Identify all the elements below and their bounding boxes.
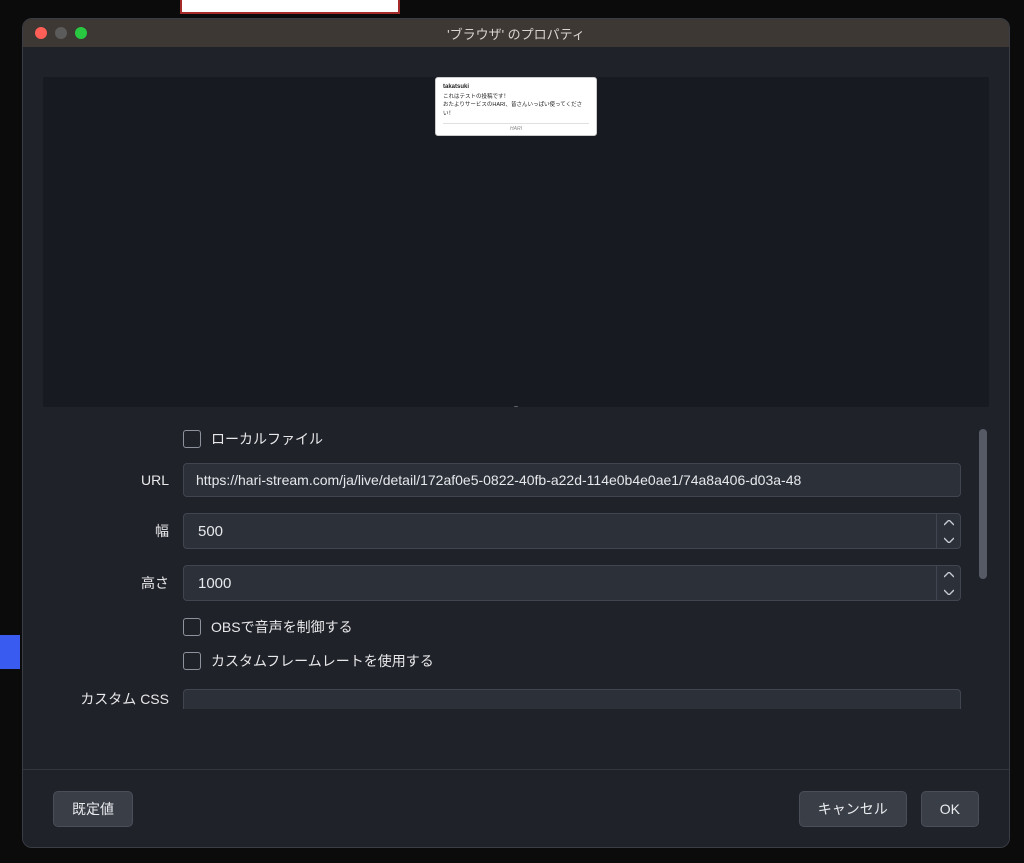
- width-row: 幅: [43, 513, 961, 549]
- obs-audio-row: OBSで音声を制御する: [183, 617, 961, 637]
- height-row: 高さ: [43, 565, 961, 601]
- width-steppers: [936, 514, 960, 548]
- cancel-button[interactable]: キャンセル: [799, 791, 907, 827]
- background-selection-highlight: [0, 635, 20, 669]
- local-file-row: ローカルファイル: [183, 429, 961, 449]
- width-step-down[interactable]: [937, 531, 960, 548]
- window-controls: [23, 27, 87, 39]
- height-steppers: [936, 566, 960, 600]
- chevron-up-icon: [944, 520, 954, 526]
- height-label: 高さ: [43, 573, 183, 593]
- preview-line-2: おたよりサービスのHARI、皆さんいっぱい使ってください！: [443, 101, 589, 118]
- obs-audio-label: OBSで音声を制御する: [211, 617, 353, 637]
- chevron-up-icon: [944, 572, 954, 578]
- width-spinbox: [183, 513, 961, 549]
- titlebar: 'ブラウザ' のプロパティ: [23, 19, 1009, 47]
- ok-button[interactable]: OK: [921, 791, 979, 827]
- custom-fps-row: カスタムフレームレートを使用する: [183, 651, 961, 671]
- form-scrollbar[interactable]: [979, 429, 987, 739]
- form-scrollbar-thumb[interactable]: [979, 429, 987, 579]
- preview-message-card: takatsuki これはテストの投稿です！ おたよりサービスのHARI、皆さん…: [435, 77, 597, 136]
- preview-username: takatsuki: [443, 84, 589, 90]
- chevron-down-icon: [944, 589, 954, 595]
- custom-css-row: カスタム CSS: [43, 689, 961, 709]
- close-window-button[interactable]: [35, 27, 47, 39]
- defaults-button[interactable]: 既定値: [53, 791, 133, 827]
- properties-dialog: 'ブラウザ' のプロパティ takatsuki これはテストの投稿です！ おたよ…: [22, 18, 1010, 848]
- local-file-checkbox[interactable]: [183, 430, 201, 448]
- height-input[interactable]: [184, 566, 936, 600]
- width-label: 幅: [43, 521, 183, 541]
- custom-fps-checkbox[interactable]: [183, 652, 201, 670]
- obs-audio-checkbox[interactable]: [183, 618, 201, 636]
- window-title: 'ブラウザ' のプロパティ: [23, 24, 1009, 43]
- height-step-up[interactable]: [937, 566, 960, 583]
- chevron-down-icon: [944, 537, 954, 543]
- height-step-down[interactable]: [937, 583, 960, 600]
- preview-line-1: これはテストの投稿です！: [443, 93, 589, 101]
- url-label: URL: [43, 472, 183, 488]
- maximize-window-button[interactable]: [75, 27, 87, 39]
- height-spinbox: [183, 565, 961, 601]
- width-input[interactable]: [184, 514, 936, 548]
- url-input[interactable]: [183, 463, 961, 497]
- background-source-outline: [180, 0, 400, 14]
- preview-resize-handle[interactable]: [513, 406, 520, 407]
- url-row: URL: [43, 463, 961, 497]
- custom-fps-label: カスタムフレームレートを使用する: [211, 651, 434, 671]
- custom-css-input-cutoff[interactable]: [183, 689, 961, 709]
- local-file-label: ローカルファイル: [211, 429, 323, 449]
- source-preview: takatsuki これはテストの投稿です！ おたよりサービスのHARI、皆さん…: [43, 77, 989, 407]
- custom-css-label: カスタム CSS: [43, 689, 183, 709]
- properties-form: ローカルファイル URL 幅: [43, 429, 989, 749]
- width-step-up[interactable]: [937, 514, 960, 531]
- preview-footer: HARI: [443, 123, 589, 133]
- dialog-body: takatsuki これはテストの投稿です！ おたよりサービスのHARI、皆さん…: [23, 47, 1009, 847]
- minimize-window-button[interactable]: [55, 27, 67, 39]
- dialog-footer: 既定値 キャンセル OK: [23, 769, 1009, 847]
